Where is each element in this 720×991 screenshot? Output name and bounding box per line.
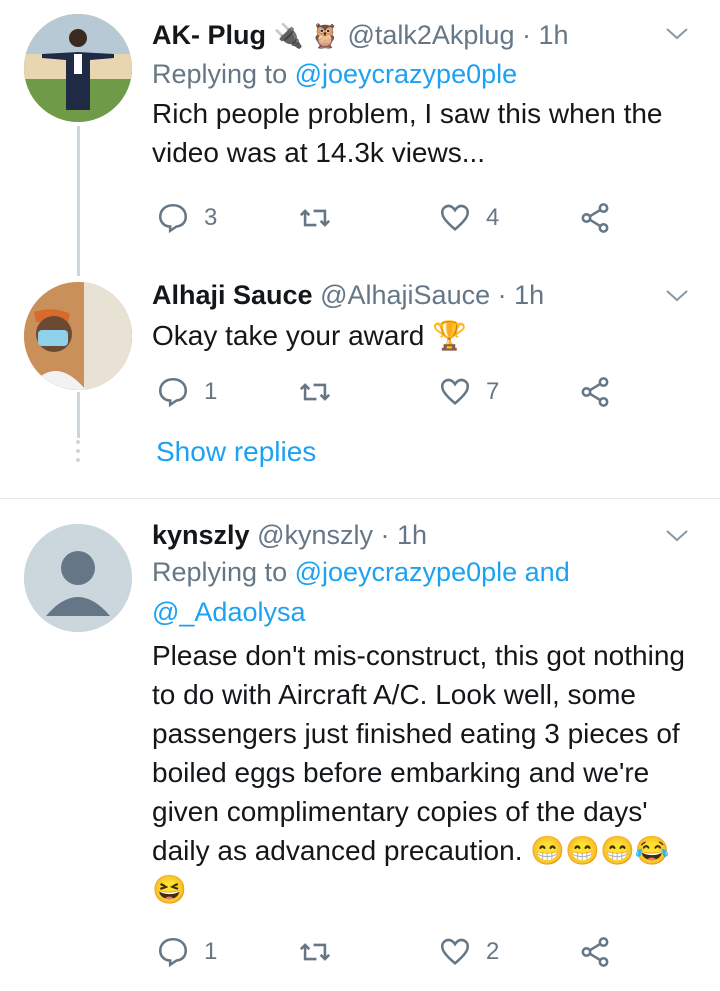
display-name[interactable]: AK- Plug [152, 20, 266, 50]
timestamp[interactable]: · 1h [381, 520, 428, 550]
timestamp[interactable]: · 1h [522, 20, 569, 50]
reply-count: 1 [204, 938, 218, 965]
reply-icon [158, 203, 188, 234]
retweet-icon [299, 383, 331, 401]
reply-count: 3 [204, 204, 218, 231]
share-icon [581, 377, 609, 407]
tweet-text: Okay take your award 🏆 [152, 320, 467, 351]
mention-link[interactable]: @joeycrazype0ple [295, 59, 518, 89]
show-replies-link[interactable]: Show replies [156, 436, 316, 468]
timestamp[interactable]: · 1h [498, 280, 545, 310]
display-name[interactable]: kynszly [152, 520, 250, 550]
divider [0, 498, 720, 499]
reply-button[interactable]: 1 [156, 372, 217, 412]
avatar[interactable] [24, 14, 132, 122]
retweet-button[interactable] [298, 932, 332, 972]
reply-icon [158, 377, 188, 408]
like-button[interactable]: 4 [438, 198, 499, 238]
tweet-header: Alhaji Sauce @AlhajiSauce · 1h [152, 278, 690, 312]
chevron-down-icon[interactable] [664, 522, 690, 548]
retweet-icon [299, 209, 331, 227]
reply-count: 1 [204, 378, 218, 405]
tweet-header: kynszly @kynszly · 1h [152, 518, 690, 552]
replying-to: Replying to @joeycrazype0ple [152, 59, 518, 89]
retweet-button[interactable] [298, 198, 332, 238]
chevron-down-icon[interactable] [664, 20, 690, 46]
reply-icon [158, 937, 188, 968]
name-emoji: 🔌 🦉 [273, 23, 340, 50]
tweet-text: Please don't mis-construct, this got not… [152, 640, 685, 905]
retweet-button[interactable] [298, 372, 332, 412]
share-button[interactable] [578, 198, 612, 238]
mention-link[interactable]: @joeycrazype0ple [295, 557, 518, 587]
tweet-2[interactable]: Alhaji Sauce @AlhajiSauce · 1h Okay take… [0, 260, 720, 500]
replying-to: Replying to @joeycrazype0ple and @_Adaol… [152, 557, 570, 627]
heart-icon [440, 378, 470, 406]
retweet-icon [299, 943, 331, 961]
tweet-3[interactable]: kynszly @kynszly · 1h Replying to @joeyc… [0, 500, 720, 991]
avatar[interactable] [24, 282, 132, 390]
tweet-header: AK- Plug 🔌 🦉 @talk2Akplug · 1h [152, 18, 690, 54]
display-name[interactable]: Alhaji Sauce [152, 280, 313, 310]
like-count: 4 [486, 204, 500, 231]
trophy-emoji: 🏆 [432, 320, 467, 351]
user-handle[interactable]: @AlhajiSauce [320, 280, 490, 310]
share-button[interactable] [578, 372, 612, 412]
like-button[interactable]: 2 [438, 932, 499, 972]
tweet-text: Rich people problem, I saw this when the… [152, 98, 663, 168]
avatar[interactable] [24, 524, 132, 632]
share-button[interactable] [578, 932, 612, 972]
reply-button[interactable]: 3 [156, 198, 217, 238]
like-count: 2 [486, 938, 500, 965]
user-handle[interactable]: @talk2Akplug [347, 20, 514, 50]
heart-icon [440, 938, 470, 966]
user-handle[interactable]: @kynszly [257, 520, 373, 550]
like-count: 7 [486, 378, 500, 405]
chevron-down-icon[interactable] [664, 282, 690, 308]
share-icon [581, 937, 609, 967]
like-button[interactable]: 7 [438, 372, 499, 412]
reply-button[interactable]: 1 [156, 932, 217, 972]
tweet-1[interactable]: AK- Plug 🔌 🦉 @talk2Akplug · 1h Replying … [0, 0, 720, 276]
heart-icon [440, 204, 470, 232]
mention-link[interactable]: @_Adaolysa [152, 597, 306, 627]
share-icon [581, 203, 609, 233]
